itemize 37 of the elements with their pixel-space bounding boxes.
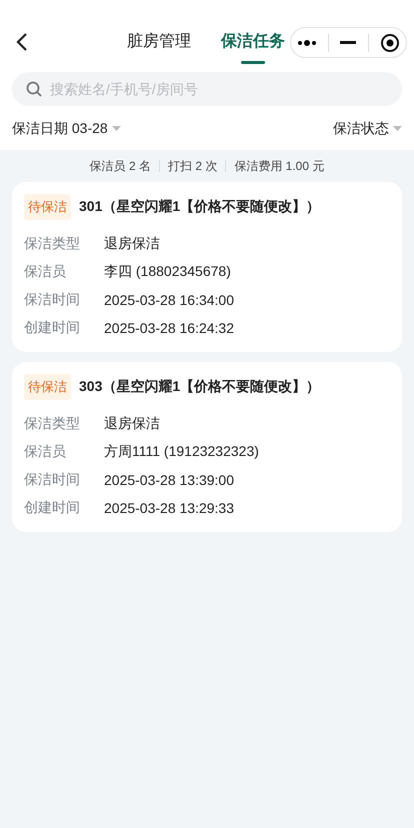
field-label: 保洁时间 <box>24 471 81 489</box>
field-label: 保洁类型 <box>24 235 81 253</box>
more-icon[interactable] <box>296 40 317 46</box>
field-label: 保洁类型 <box>24 415 81 433</box>
field-label: 创建时间 <box>24 499 81 517</box>
caret-icon <box>393 126 402 132</box>
summary-text: 打扫 2 次 <box>166 158 218 174</box>
date-filter[interactable]: 保洁日期 03-28 <box>12 120 121 138</box>
field-label: 保洁员 <box>24 263 67 281</box>
field-value: 2025-03-28 13:29:33 <box>104 500 234 516</box>
caret-icon <box>112 126 121 132</box>
task-title: 301（星空闪耀1【价格不要随便改】） <box>79 198 320 216</box>
search-icon <box>26 81 42 97</box>
field-value: 方周1111 (19123232323) <box>104 443 259 461</box>
search-field[interactable]: 搜索姓名/手机号/房间号 <box>12 72 402 106</box>
field-value: 退房保洁 <box>104 415 160 433</box>
task-card[interactable]: 待保洁 303（星空闪耀1【价格不要随便改】） 保洁类型 退房保洁 保洁员 方周1111 (19123232323) 保洁时间 2025-03-28 13:39:00 创建时间 2025-03-28 13:29:33 <box>12 362 402 532</box>
field-label: 创建时间 <box>24 319 81 337</box>
field-label: 保洁时间 <box>24 291 81 309</box>
status-filter[interactable]: 保洁状态 <box>333 120 402 138</box>
field-value: 2025-03-28 16:34:00 <box>104 292 234 308</box>
field-value: 2025-03-28 16:24:32 <box>104 320 234 336</box>
back-icon[interactable] <box>14 32 30 52</box>
field-label: 保洁员 <box>24 443 67 461</box>
task-card[interactable]: 待保洁 301（星空闪耀1【价格不要随便改】） 保洁类型 退房保洁 保洁员 李四 (18802345678) 保洁时间 2025-03-28 16:34:00 创建时间 2025-03-28 16:24:32 <box>12 182 402 352</box>
minimize-icon[interactable] <box>340 40 356 44</box>
field-value: 退房保洁 <box>104 235 160 253</box>
tab[interactable]: 脏房管理 <box>127 20 191 64</box>
summary-text: 保洁员 2 名 <box>88 158 152 174</box>
task-title: 303（星空闪耀1【价格不要随便改】） <box>79 378 320 396</box>
field-value: 李四 (18802345678) <box>104 263 231 281</box>
tab[interactable]: 保洁任务 <box>221 20 285 64</box>
summary-text: 保洁费用 1.00 元 <box>233 158 326 174</box>
status-badge: 待保洁 <box>24 194 71 220</box>
close-icon[interactable] <box>380 32 400 52</box>
status-badge: 待保洁 <box>24 374 71 400</box>
field-value: 2025-03-28 13:39:00 <box>104 472 234 488</box>
